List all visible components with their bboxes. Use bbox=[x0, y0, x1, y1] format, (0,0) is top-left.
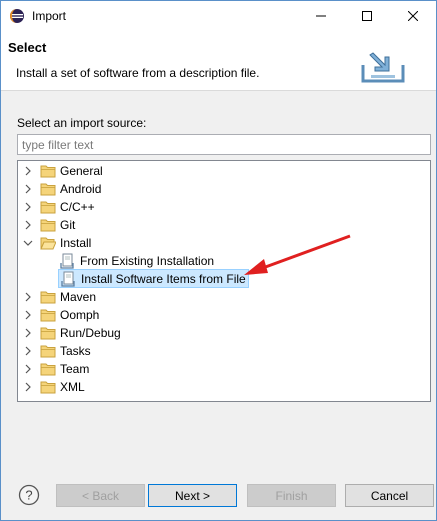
tree-item-label: Team bbox=[60, 362, 90, 376]
folder-icon bbox=[40, 327, 56, 340]
chevron-right-icon[interactable] bbox=[22, 363, 34, 375]
folder-icon bbox=[40, 201, 56, 214]
chevron-right-icon[interactable] bbox=[22, 381, 34, 393]
close-button[interactable] bbox=[390, 1, 436, 31]
finish-button[interactable]: Finish bbox=[247, 484, 336, 507]
tree-item-label: C/C++ bbox=[60, 200, 95, 214]
tree-item-tasks[interactable]: Tasks bbox=[22, 342, 91, 360]
folder-icon bbox=[40, 381, 56, 394]
folder-open-icon bbox=[40, 237, 56, 250]
chevron-right-icon[interactable] bbox=[22, 165, 34, 177]
install-wizard-icon bbox=[61, 271, 75, 287]
tree-item-label: Tasks bbox=[60, 344, 91, 358]
tree-item-label: From Existing Installation bbox=[80, 254, 215, 268]
chevron-right-icon[interactable] bbox=[22, 291, 34, 303]
folder-icon bbox=[40, 291, 56, 304]
import-dialog: Import Select Install a set of software … bbox=[0, 0, 437, 521]
svg-text:?: ? bbox=[25, 488, 32, 503]
tree-item-label: Android bbox=[60, 182, 102, 196]
cancel-button[interactable]: Cancel bbox=[345, 484, 434, 507]
help-icon[interactable]: ? bbox=[18, 484, 40, 506]
import-source-tree: General Android C/C++ Git Install From E… bbox=[17, 160, 431, 402]
chevron-down-icon[interactable] bbox=[22, 237, 34, 249]
filter-input[interactable] bbox=[17, 134, 431, 155]
page-title: Select bbox=[8, 40, 47, 55]
maximize-icon bbox=[362, 11, 372, 21]
tree-item-xml[interactable]: XML bbox=[22, 378, 85, 396]
tree-item-general[interactable]: General bbox=[22, 162, 103, 180]
minimize-icon bbox=[316, 15, 326, 17]
import-source-label: Select an import source: bbox=[17, 116, 147, 130]
tree-item-install-software-items-from-file[interactable]: Install Software Items from File bbox=[58, 269, 249, 288]
minimize-button[interactable] bbox=[298, 1, 344, 31]
annotation-arrow bbox=[244, 234, 351, 275]
tree-item-label: Run/Debug bbox=[60, 326, 121, 340]
tree-item-label: Install bbox=[60, 236, 92, 250]
tree-item-install[interactable]: Install bbox=[22, 234, 91, 252]
import-wizard-icon bbox=[361, 52, 405, 83]
install-wizard-icon bbox=[60, 253, 74, 269]
eclipse-icon bbox=[10, 9, 24, 23]
tree-item-label: Git bbox=[60, 218, 76, 232]
tree-item-team[interactable]: Team bbox=[22, 360, 89, 378]
folder-icon bbox=[40, 345, 56, 358]
folder-icon bbox=[40, 309, 56, 322]
tree-item-label: XML bbox=[60, 380, 85, 394]
folder-icon bbox=[40, 219, 56, 232]
tree-item-c-cpp[interactable]: C/C++ bbox=[22, 198, 95, 216]
window-title: Import bbox=[32, 9, 67, 23]
tree-item-from-existing-installation[interactable]: From Existing Installation bbox=[60, 252, 214, 270]
tree-item-run-debug[interactable]: Run/Debug bbox=[22, 324, 121, 342]
folder-icon bbox=[40, 363, 56, 376]
maximize-button[interactable] bbox=[344, 1, 390, 31]
page-description: Install a set of software from a descrip… bbox=[16, 66, 260, 80]
tree-item-label: Maven bbox=[60, 290, 97, 304]
tree-item-label: Oomph bbox=[60, 308, 100, 322]
chevron-right-icon[interactable] bbox=[22, 183, 34, 195]
tree-item-oomph[interactable]: Oomph bbox=[22, 306, 99, 324]
tree-item-label: General bbox=[60, 164, 103, 178]
back-button[interactable]: < Back bbox=[56, 484, 145, 507]
wizard-banner: Select Install a set of software from a … bbox=[1, 31, 436, 91]
tree-item-maven[interactable]: Maven bbox=[22, 288, 96, 306]
title-bar: Import bbox=[1, 1, 436, 31]
close-icon bbox=[408, 11, 418, 21]
chevron-right-icon[interactable] bbox=[22, 327, 34, 339]
chevron-right-icon[interactable] bbox=[22, 309, 34, 321]
tree-item-label: Install Software Items from File bbox=[81, 271, 246, 286]
chevron-right-icon[interactable] bbox=[22, 219, 34, 231]
chevron-right-icon[interactable] bbox=[22, 201, 34, 213]
folder-icon bbox=[40, 165, 56, 178]
next-button[interactable]: Next > bbox=[148, 484, 237, 507]
tree-item-android[interactable]: Android bbox=[22, 180, 101, 198]
chevron-right-icon[interactable] bbox=[22, 345, 34, 357]
folder-icon bbox=[40, 183, 56, 196]
tree-item-git[interactable]: Git bbox=[22, 216, 75, 234]
